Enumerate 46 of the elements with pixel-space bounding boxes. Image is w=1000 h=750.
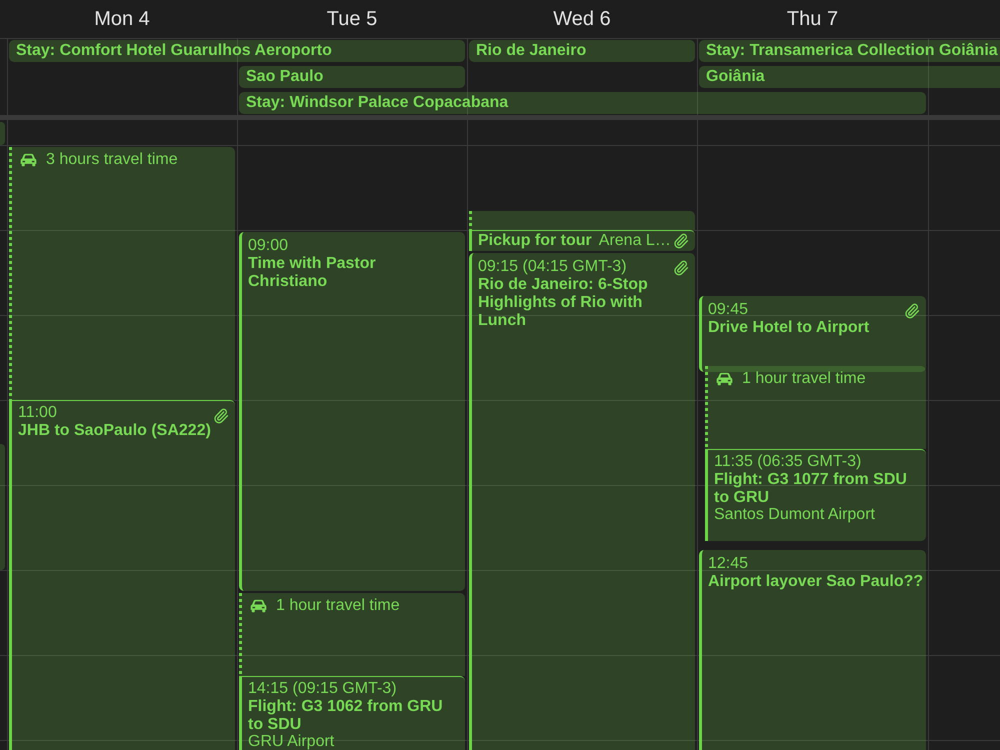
all-day-event[interactable]: Goiânia — [699, 66, 1000, 88]
travel-time-block[interactable]: 3 hours travel time — [9, 147, 235, 400]
event-title: Pickup for tour — [478, 232, 592, 250]
all-day-event[interactable]: Stay: Transamerica Collection Goiânia — [699, 40, 1000, 62]
event-title: Time with Pastor Christiano — [248, 254, 377, 291]
event-card[interactable]: 11:00 JHB to SaoPaulo (SA222) — [9, 400, 235, 750]
travel-time-block[interactable] — [469, 210, 695, 230]
all-day-event[interactable]: Sao Paulo — [239, 66, 465, 88]
event-time: 09:00 — [248, 236, 290, 255]
event-card[interactable]: 11:35 (06:35 GMT-3) Flight: G3 1077 from SDU to GRU Santos Dumont Airport — [705, 449, 926, 542]
car-icon — [20, 153, 37, 167]
day-label: Mon 4 — [94, 8, 150, 30]
day-label: Thu 7 — [786, 8, 838, 30]
event-card[interactable]: 14:15 (09:15 GMT-3) Flight: G3 1062 from GRU to SDU GRU Airport — [239, 676, 465, 750]
event-time: 14:15 (09:15 GMT-3) — [248, 680, 398, 698]
event-location: GRU Airport — [248, 734, 336, 750]
event-title: Airport layover Sao Paulo?? — [708, 573, 924, 592]
event-time: 11:35 (06:35 GMT-3) — [714, 453, 862, 472]
all-day-event[interactable]: Rio de Janeiro — [469, 40, 695, 62]
car-icon — [716, 372, 733, 386]
event-sliver — [0, 122, 5, 145]
event-card[interactable]: Pickup for tour Arena L… — [469, 230, 695, 252]
day-label: Tue 5 — [326, 8, 378, 30]
event-time: 09:45 — [708, 300, 750, 319]
event-card[interactable]: 09:45 Drive Hotel to Airport — [699, 296, 926, 372]
event-time: 12:45 — [708, 555, 750, 574]
all-day-event[interactable]: Stay: Comfort Hotel Guarulhos Aeroporto — [9, 40, 465, 62]
event-title: Drive Hotel to Airport — [708, 318, 870, 337]
travel-time-block[interactable]: 1 hour travel time — [239, 592, 465, 676]
event-card[interactable]: 12:45 Airport layover Sao Paulo?? — [699, 550, 926, 750]
car-icon — [250, 598, 267, 613]
all-day-event[interactable]: Stay: Windsor Palace Copacabana — [239, 92, 926, 114]
event-title: Rio de Janeiro: 6-Stop Highlights of Rio with Lunch — [478, 276, 649, 330]
event-title: Flight: G3 1062 from GRU to SDU — [248, 698, 444, 734]
event-title: JHB to SaoPaulo (SA222) — [18, 422, 212, 440]
day-label: Wed 6 — [553, 8, 611, 30]
event-time: 11:00 — [18, 404, 58, 422]
event-location: Santos Dumont Airport — [714, 507, 876, 524]
travel-time-label: 1 hour travel time — [276, 596, 400, 615]
event-time: 09:15 (04:15 GMT-3) — [478, 258, 628, 276]
travel-time-label: 1 hour travel time — [742, 370, 866, 388]
event-location: Arena L… — [598, 233, 671, 250]
travel-time-label: 3 hours travel time — [46, 151, 178, 169]
event-card[interactable]: 09:00 Time with Pastor Christiano — [239, 232, 465, 591]
event-card[interactable]: 09:15 (04:15 GMT-3) Rio de Janeiro: 6-Stop Highlights of Rio with Lunch — [469, 253, 695, 750]
event-title: Flight: G3 1077 from SDU to GRU — [714, 471, 908, 507]
